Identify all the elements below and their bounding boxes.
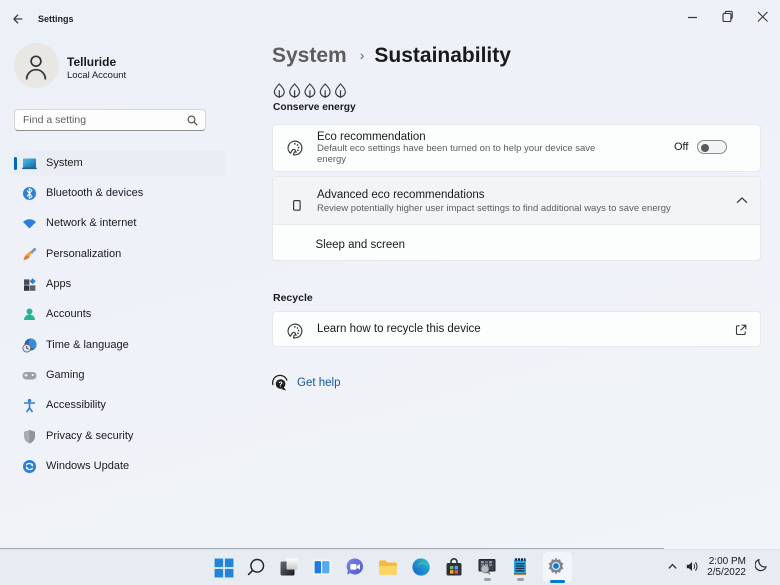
- svg-text:?: ?: [278, 380, 283, 389]
